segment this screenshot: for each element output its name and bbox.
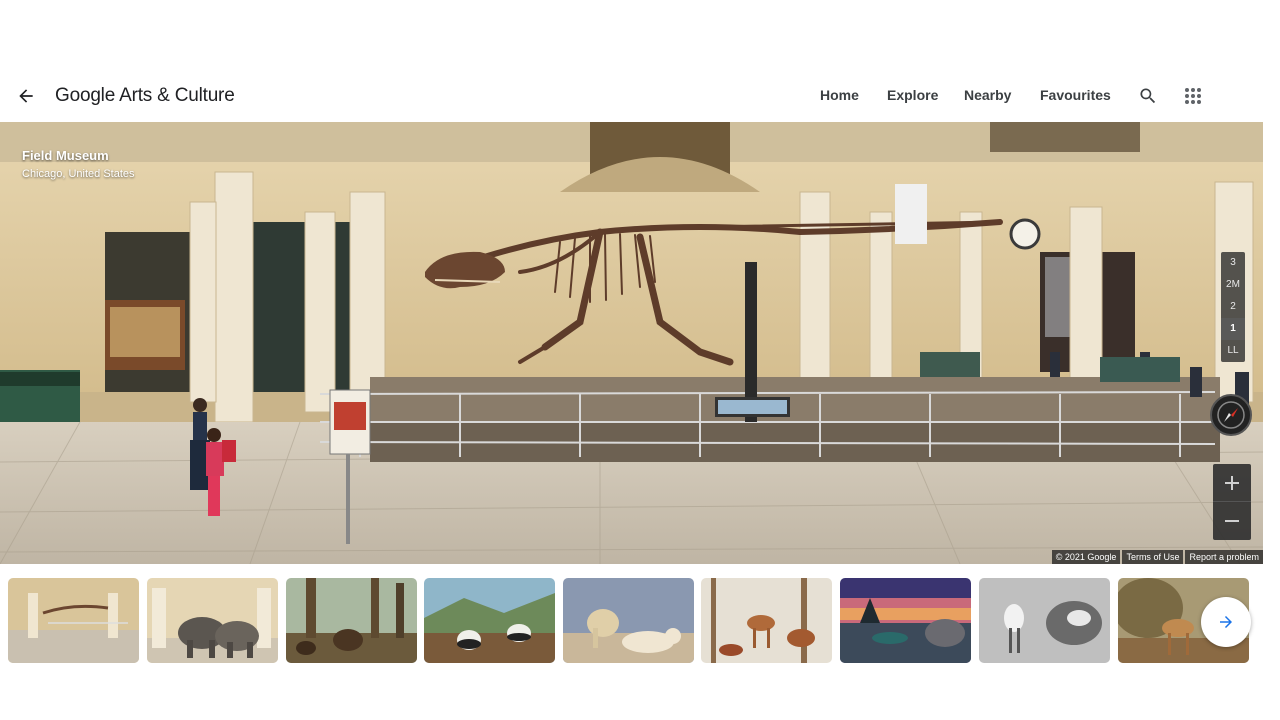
apps-grid-icon [1185,88,1201,104]
venue-name: Field Museum [22,148,109,163]
thumb-deer-forest[interactable] [701,578,832,663]
google-arts-culture-logo[interactable]: Google Arts & Culture [55,85,235,107]
thumb-main-hall[interactable] [8,578,139,663]
thumb-black-white-deer[interactable] [979,578,1110,663]
search-icon [1140,88,1156,104]
venue-location: Chicago, United States [22,168,135,180]
next-thumbnails-button[interactable] [1201,597,1251,647]
zoom-controls [1213,464,1251,540]
report-problem-link[interactable]: Report a problem [1185,550,1263,564]
thumb-lions[interactable] [563,578,694,663]
thumb-elephants[interactable] [147,578,278,663]
thumb-pandas[interactable] [424,578,555,663]
compass-icon [1217,401,1245,429]
nav-explore[interactable]: Explore [887,87,938,103]
street-view-panorama[interactable]: Field Museum Chicago, United States 3 2M… [0,122,1263,564]
floor-selector: 3 2M 2 1 LL [1221,252,1245,362]
floor-2[interactable]: 2 [1221,296,1245,318]
compass-button[interactable] [1210,394,1252,436]
terms-of-use-link[interactable]: Terms of Use [1122,550,1184,564]
arrow-right-icon [1220,616,1232,628]
zoom-out-button[interactable] [1213,502,1251,540]
apps-button[interactable] [1181,84,1205,108]
floor-2m[interactable]: 2M [1221,274,1245,296]
panorama-thumbnail-strip [0,578,1280,664]
thumb-sunset-diorama[interactable] [840,578,971,663]
nav-nearby[interactable]: Nearby [964,87,1011,103]
thumb-forest-bears[interactable] [286,578,417,663]
minus-icon [1225,520,1239,522]
museum-hall-scene [0,122,1263,564]
floor-3[interactable]: 3 [1221,252,1245,274]
floor-1[interactable]: 1 [1221,318,1245,340]
nav-home[interactable]: Home [820,87,859,103]
search-button[interactable] [1136,84,1160,108]
copyright-text: © 2021 Google [1051,550,1121,564]
app-header: Google Arts & Culture Home Explore Nearb… [0,72,1280,120]
floor-ll[interactable]: LL [1221,340,1245,362]
plus-icon [1225,475,1239,490]
venue-info: Field Museum Chicago, United States [22,148,135,180]
map-attribution: © 2021 Google Terms of Use Report a prob… [1050,550,1263,564]
arrow-left-icon [19,89,33,103]
nav-favourites[interactable]: Favourites [1040,87,1111,103]
zoom-in-button[interactable] [1213,464,1251,502]
back-button[interactable] [12,82,40,110]
